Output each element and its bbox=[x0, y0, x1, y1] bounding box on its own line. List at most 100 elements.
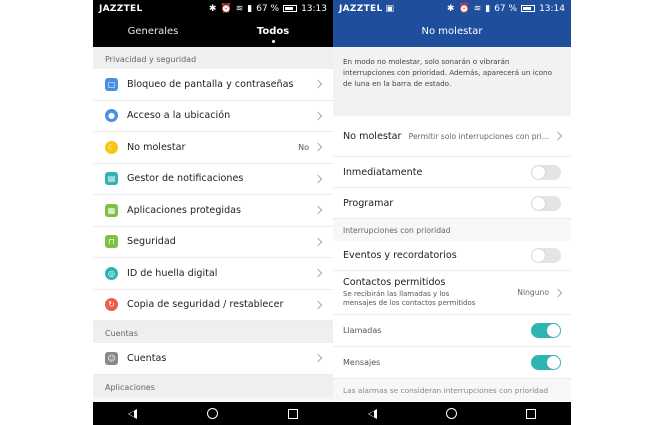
item-fingerprint-id[interactable]: ◎ ID de huella digital bbox=[93, 258, 333, 290]
item-label: Seguridad bbox=[127, 236, 176, 248]
bluetooth-icon: ✱ bbox=[208, 3, 217, 14]
item-label: Acceso a la ubicación bbox=[127, 110, 231, 122]
item-label: Gestor de notificaciones bbox=[127, 173, 244, 185]
lock-screen-icon: ▢ bbox=[105, 77, 118, 91]
tab-todos[interactable]: Todos bbox=[213, 17, 333, 47]
messages-toggle[interactable] bbox=[531, 355, 561, 370]
item-label: Aplicaciones protegidas bbox=[127, 204, 242, 216]
back-icon[interactable] bbox=[128, 408, 137, 419]
navigation-bar bbox=[333, 402, 571, 425]
chevron-right-icon bbox=[313, 354, 323, 363]
recent-apps-icon[interactable] bbox=[288, 408, 298, 419]
image-notification-icon: ▣ bbox=[385, 3, 395, 14]
events-toggle[interactable] bbox=[531, 248, 561, 263]
navigation-bar bbox=[93, 402, 333, 425]
section-header-privacy: Privacidad y seguridad bbox=[93, 47, 333, 69]
battery-percent: 67 % bbox=[256, 3, 280, 14]
item-protected-apps[interactable]: ▦ Aplicaciones protegidas bbox=[93, 195, 333, 227]
item-value: No bbox=[298, 142, 309, 152]
schedule-toggle[interactable] bbox=[531, 195, 561, 211]
chevron-right-icon bbox=[553, 288, 563, 297]
fingerprint-icon: ◎ bbox=[105, 266, 118, 280]
item-screen-lock[interactable]: ▢ Bloqueo de pantalla y contraseñas bbox=[93, 69, 333, 101]
status-bar: JAZZTEL ▣ ✱ ⏰ ≋ ▮ 67 % 13:14 bbox=[333, 0, 571, 17]
recent-apps-icon[interactable] bbox=[526, 408, 537, 419]
chevron-right-icon bbox=[313, 206, 323, 215]
tab-todos-label: Todos bbox=[256, 26, 290, 37]
allowed-contacts-row[interactable]: Contactos permitidos Se recibirán las ll… bbox=[333, 271, 571, 315]
clock: 13:13 bbox=[301, 3, 327, 14]
clock: 13:14 bbox=[539, 3, 565, 14]
alarms-note: Las alarmas se consideran interrupciones… bbox=[333, 379, 571, 401]
moon-icon: ☾ bbox=[105, 140, 118, 154]
priority-section-header: Interrupciones con prioridad bbox=[333, 219, 571, 241]
carrier-name: JAZZTEL bbox=[339, 3, 383, 14]
account-icon: ☺ bbox=[105, 351, 118, 365]
battery-percent: 67 % bbox=[494, 3, 518, 14]
section-header-apps: Aplicaciones bbox=[93, 374, 333, 397]
item-security[interactable]: ⊓ Seguridad bbox=[93, 226, 333, 258]
section-header-accounts: Cuentas bbox=[93, 321, 333, 343]
chevron-right-icon bbox=[313, 237, 323, 246]
status-bar: JAZZTEL ✱ ⏰ ≋ ▮ 67 % 13:13 bbox=[93, 0, 333, 17]
dnd-mode-label: No molestar bbox=[343, 130, 402, 142]
chevron-right-icon bbox=[313, 269, 323, 278]
home-icon[interactable] bbox=[207, 408, 218, 419]
calls-label: Llamadas bbox=[343, 326, 382, 335]
allowed-contacts-subtitle: Se recibirán las llamadas y los mensajes… bbox=[343, 290, 476, 307]
schedule-label: Programar bbox=[343, 197, 394, 209]
item-notification-manager[interactable]: ▤ Gestor de notificaciones bbox=[93, 163, 333, 195]
events-row: Eventos y recordatorios bbox=[333, 241, 571, 271]
chevron-right-icon bbox=[313, 143, 323, 152]
item-location-access[interactable]: ● Acceso a la ubicación bbox=[93, 100, 333, 132]
home-icon[interactable] bbox=[445, 408, 457, 419]
alarm-icon: ⏰ bbox=[458, 3, 470, 14]
chevron-right-icon bbox=[313, 300, 323, 309]
protected-apps-icon: ▦ bbox=[105, 203, 118, 217]
item-label: No molestar bbox=[127, 141, 186, 153]
events-label: Eventos y recordatorios bbox=[343, 250, 457, 261]
messages-label: Mensajes bbox=[343, 358, 381, 367]
back-icon[interactable] bbox=[367, 408, 377, 419]
tab-bar: Generales Todos bbox=[93, 17, 333, 47]
dnd-description: En modo no molestar, solo sonarán o vibr… bbox=[333, 47, 571, 100]
allowed-contacts-label: Contactos permitidos bbox=[343, 277, 446, 288]
security-lock-icon: ⊓ bbox=[105, 235, 118, 249]
immediately-row: Inmediatamente bbox=[333, 157, 571, 188]
calls-toggle[interactable] bbox=[531, 323, 561, 338]
item-do-not-disturb[interactable]: ☾ No molestar No bbox=[93, 132, 333, 164]
item-label: ID de huella digital bbox=[127, 267, 218, 279]
chevron-right-icon bbox=[313, 111, 323, 120]
alarm-icon: ⏰ bbox=[220, 3, 232, 14]
battery-icon bbox=[283, 5, 298, 12]
item-accounts[interactable]: ☺ Cuentas bbox=[93, 343, 333, 375]
backup-icon: ↻ bbox=[105, 298, 118, 312]
signal-icon: ▮ bbox=[247, 3, 253, 14]
tab-generales[interactable]: Generales bbox=[93, 17, 213, 47]
item-label: Copia de seguridad / restablecer bbox=[127, 299, 284, 311]
item-label: Bloqueo de pantalla y contraseñas bbox=[127, 78, 294, 90]
do-not-disturb-screen: JAZZTEL ▣ ✱ ⏰ ≋ ▮ 67 % 13:14 No molestar… bbox=[333, 0, 571, 425]
schedule-row: Programar bbox=[333, 188, 571, 219]
item-label: Cuentas bbox=[127, 352, 167, 364]
dnd-mode-row[interactable]: No molestar Permitir solo interrupciones… bbox=[333, 116, 571, 157]
item-backup-reset[interactable]: ↻ Copia de seguridad / restablecer bbox=[93, 289, 333, 321]
dnd-mode-value: Permitir solo interrupciones con pri... bbox=[408, 131, 549, 141]
carrier-name: JAZZTEL bbox=[99, 3, 143, 14]
notification-icon: ▤ bbox=[105, 172, 118, 186]
chevron-right-icon bbox=[313, 80, 323, 89]
chevron-right-icon bbox=[313, 174, 323, 183]
battery-icon bbox=[521, 5, 536, 12]
calls-row: Llamadas bbox=[333, 315, 571, 347]
page-title: No molestar bbox=[333, 17, 571, 47]
immediately-label: Inmediatamente bbox=[343, 166, 423, 178]
active-tab-indicator bbox=[272, 40, 275, 43]
bluetooth-icon: ✱ bbox=[446, 3, 455, 14]
settings-screen: JAZZTEL ✱ ⏰ ≋ ▮ 67 % 13:13 Generales Tod… bbox=[93, 0, 333, 425]
location-icon: ● bbox=[105, 109, 118, 123]
signal-icon: ▮ bbox=[485, 3, 491, 14]
immediately-toggle[interactable] bbox=[531, 164, 561, 180]
wifi-icon: ≋ bbox=[235, 3, 244, 14]
wifi-icon: ≋ bbox=[473, 3, 482, 14]
messages-row: Mensajes bbox=[333, 347, 571, 379]
